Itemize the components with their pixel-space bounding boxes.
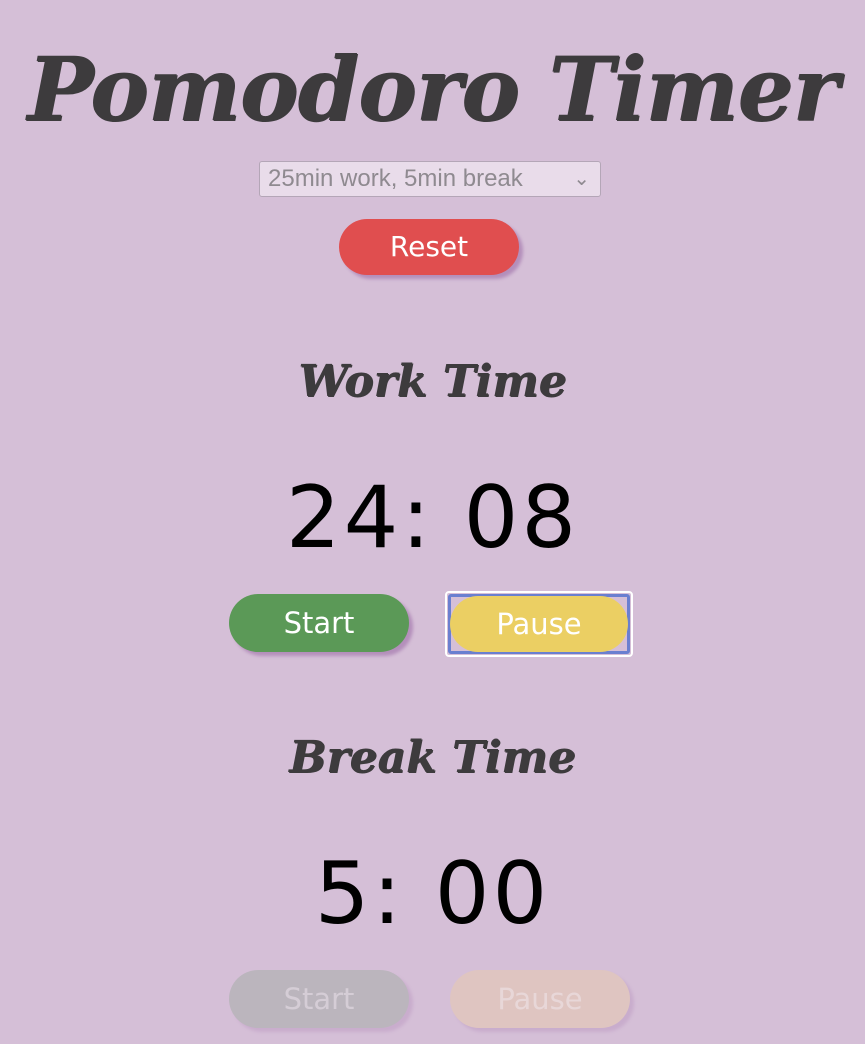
break-timer-display: 5: 00 — [314, 844, 551, 944]
preset-selected-value: 25min work, 5min break — [268, 165, 523, 192]
work-pause-button[interactable]: Pause — [450, 596, 628, 652]
preset-select[interactable]: 25min work, 5min break ⌄ — [259, 161, 601, 197]
break-time-heading: Break Time — [289, 732, 576, 783]
break-pause-button[interactable]: Pause — [450, 970, 630, 1028]
work-timer-display: 24: 08 — [285, 468, 580, 568]
pomodoro-app: Pomodoro Timer 25min work, 5min break ⌄ … — [0, 0, 865, 1044]
work-time-heading: Work Time — [298, 356, 567, 407]
page-title: Pomodoro Timer — [27, 37, 839, 141]
reset-button[interactable]: Reset — [339, 219, 519, 275]
chevron-down-icon: ⌄ — [573, 168, 590, 190]
break-start-button[interactable]: Start — [229, 970, 409, 1028]
work-start-button[interactable]: Start — [229, 594, 409, 652]
